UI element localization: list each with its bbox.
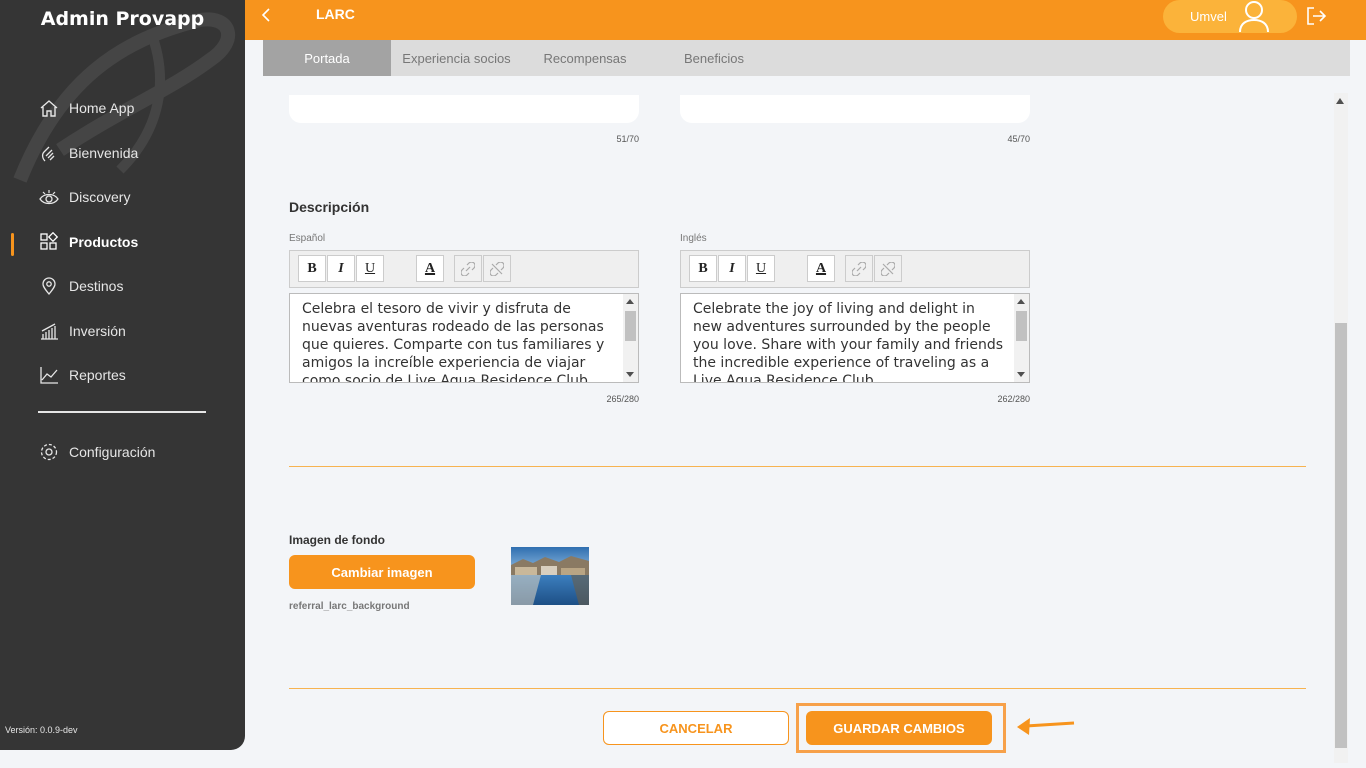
unlink-icon[interactable] — [874, 255, 902, 282]
editor-toolbar-en: B I U A — [680, 250, 1030, 288]
title-en-counter: 45/70 — [1007, 134, 1030, 144]
sidebar-item-configuracion[interactable]: Configuración — [38, 440, 155, 464]
title-es-counter: 51/70 — [616, 134, 639, 144]
cancel-button[interactable]: CANCELAR — [603, 711, 789, 745]
sidebar-item-label: Configuración — [69, 444, 156, 460]
user-menu[interactable]: Umvel — [1163, 0, 1297, 33]
page-title: LARC — [316, 6, 355, 22]
sidebar-item-home-app[interactable]: Home App — [38, 96, 134, 120]
description-editor-en[interactable]: Celebrate the joy of living and delight … — [680, 293, 1030, 383]
description-en-label: Inglés — [680, 233, 707, 244]
sidebar-item-bienvenida[interactable]: Bienvenida — [38, 141, 138, 165]
description-es-counter: 265/280 — [606, 394, 639, 404]
sidebar-item-label: Home App — [69, 100, 135, 116]
wave-hand-icon — [38, 142, 60, 164]
sidebar-item-label: Bienvenida — [69, 145, 139, 161]
sidebar-item-productos[interactable]: Productos — [38, 230, 138, 254]
description-editor-es[interactable]: Celebra el tesoro de vivir y disfruta de… — [289, 293, 639, 383]
section-divider — [289, 466, 1306, 467]
description-text-es[interactable]: Celebra el tesoro de vivir y disfruta de… — [302, 300, 616, 382]
background-image-label: Imagen de fondo — [289, 533, 385, 547]
sidebar-item-label: Destinos — [69, 278, 124, 294]
sidebar-item-label: Discovery — [69, 189, 131, 205]
user-name: Umvel — [1190, 9, 1227, 24]
editor-scrollbar-thumb[interactable] — [1016, 311, 1027, 341]
description-en-counter: 262/280 — [997, 394, 1030, 404]
scroll-down-arrow[interactable] — [1017, 372, 1025, 377]
location-pin-icon — [38, 275, 60, 297]
italic-button[interactable]: I — [718, 255, 746, 282]
bold-button[interactable]: B — [298, 255, 326, 282]
tab-experiencia-socios[interactable]: Experiencia socios — [391, 40, 522, 76]
sidebar-item-reportes[interactable]: Reportes — [38, 363, 126, 387]
link-icon[interactable] — [845, 255, 873, 282]
gear-icon — [38, 441, 60, 463]
sidebar-item-inversion[interactable]: Inversión — [38, 319, 126, 343]
link-icon[interactable] — [454, 255, 482, 282]
italic-button[interactable]: I — [327, 255, 355, 282]
footer-divider — [289, 688, 1306, 689]
top-bar: LARC Umvel — [245, 0, 1366, 40]
bar-chart-icon — [38, 320, 60, 342]
user-icon — [1239, 1, 1269, 33]
title-field-es[interactable] — [289, 95, 639, 123]
version-label: Versión: 0.0.9-dev — [5, 725, 78, 735]
unlink-icon[interactable] — [483, 255, 511, 282]
sidebar-item-label: Reportes — [69, 367, 126, 383]
scroll-up-arrow[interactable] — [626, 299, 634, 304]
scroll-up-arrow[interactable] — [1336, 98, 1344, 104]
description-title: Descripción — [289, 199, 370, 215]
logout-icon[interactable] — [1305, 5, 1327, 27]
sidebar: Admin Provapp Home App Bienvenida Discov… — [0, 0, 245, 750]
change-image-button[interactable]: Cambiar imagen — [289, 555, 475, 589]
sidebar-divider — [38, 411, 206, 413]
title-field-en[interactable] — [680, 95, 1030, 123]
app-title: Admin Provapp — [40, 8, 205, 30]
home-icon — [38, 97, 60, 119]
grid-icon — [38, 231, 60, 253]
text-color-button[interactable]: A — [416, 255, 444, 282]
arrow-left-icon — [1017, 718, 1075, 735]
text-color-button[interactable]: A — [807, 255, 835, 282]
chevron-left-icon[interactable] — [257, 6, 275, 24]
sidebar-item-label: Inversión — [69, 323, 126, 339]
tab-portada[interactable]: Portada — [263, 40, 391, 76]
background-image-thumbnail — [511, 547, 589, 605]
sidebar-item-discovery[interactable]: Discovery — [38, 185, 130, 209]
image-filename: referral_larc_background — [289, 601, 410, 612]
tab-beneficios[interactable]: Beneficios — [648, 40, 780, 76]
scroll-down-arrow[interactable] — [626, 372, 634, 377]
description-text-en[interactable]: Celebrate the joy of living and delight … — [693, 300, 1007, 382]
scroll-up-arrow[interactable] — [1017, 299, 1025, 304]
sidebar-item-destinos[interactable]: Destinos — [38, 274, 123, 298]
eye-icon — [38, 186, 60, 208]
editor-scrollbar-thumb[interactable] — [625, 311, 636, 341]
bold-button[interactable]: B — [689, 255, 717, 282]
sidebar-item-label: Productos — [69, 234, 139, 250]
description-es-label: Español — [289, 233, 326, 244]
active-indicator — [11, 233, 14, 256]
tab-recompensas[interactable]: Recompensas — [522, 40, 648, 76]
page-scrollbar-thumb[interactable] — [1335, 323, 1347, 748]
tab-bar: Portada Experiencia socios Recompensas B… — [263, 40, 1350, 76]
line-chart-icon — [38, 364, 60, 386]
underline-button[interactable]: U — [356, 255, 384, 282]
save-changes-button[interactable]: GUARDAR CAMBIOS — [806, 711, 992, 745]
editor-toolbar-es: B I U A — [289, 250, 639, 288]
underline-button[interactable]: U — [747, 255, 775, 282]
